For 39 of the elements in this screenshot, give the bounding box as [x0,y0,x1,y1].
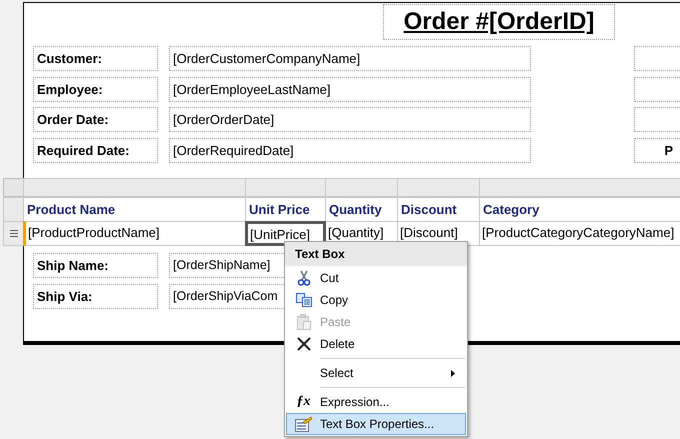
field-label: Employee: [33,76,158,102]
menu-icon [10,230,18,237]
menu-item[interactable]: Cut [286,267,466,289]
menu-title: Text Box [285,242,467,266]
menu-item[interactable]: Copy [286,289,466,311]
submenu-arrow-icon [451,370,455,376]
field-value: [OrderCustomerCompanyName] [169,46,531,71]
column-handle[interactable] [479,178,680,197]
field-label: Ship Name: [33,253,158,278]
field-label: Ship Via: [33,284,158,309]
menu-item[interactable]: Select [286,362,466,384]
column-handle[interactable] [245,178,326,197]
column-handle[interactable] [397,178,480,197]
field-value: [OrderOrderDate] [169,107,531,132]
menu-item[interactable]: ƒx Expression... [286,391,466,413]
field-value: [OrderRequiredDate] [169,138,531,162]
field-value [634,46,680,71]
field-value [634,107,680,132]
field-label: Customer: [33,46,158,71]
report-title: Order #[OrderID] [383,4,615,40]
column-handle[interactable] [325,178,398,197]
close-icon [296,337,310,351]
field-value [634,76,680,102]
field-label: Order Date: [33,107,158,132]
table-corner-handle[interactable] [3,178,24,197]
row-handle[interactable] [3,221,24,246]
column-handle[interactable] [23,178,246,197]
copy-icon [296,293,312,307]
field-label: Required Date: [33,138,158,162]
scissors-icon [296,270,310,286]
menu-item[interactable]: Delete [286,333,466,355]
clipboard-icon [296,314,310,330]
properties-icon [294,416,312,432]
function-icon: ƒx [296,395,310,409]
field-value: P [634,138,680,162]
table-cell[interactable]: [ProductProductName] [23,221,246,246]
menu-item[interactable]: Text Box Properties... [286,413,466,435]
row-handle[interactable] [3,197,24,222]
field-value: [OrderEmployeeLastName] [169,76,531,102]
